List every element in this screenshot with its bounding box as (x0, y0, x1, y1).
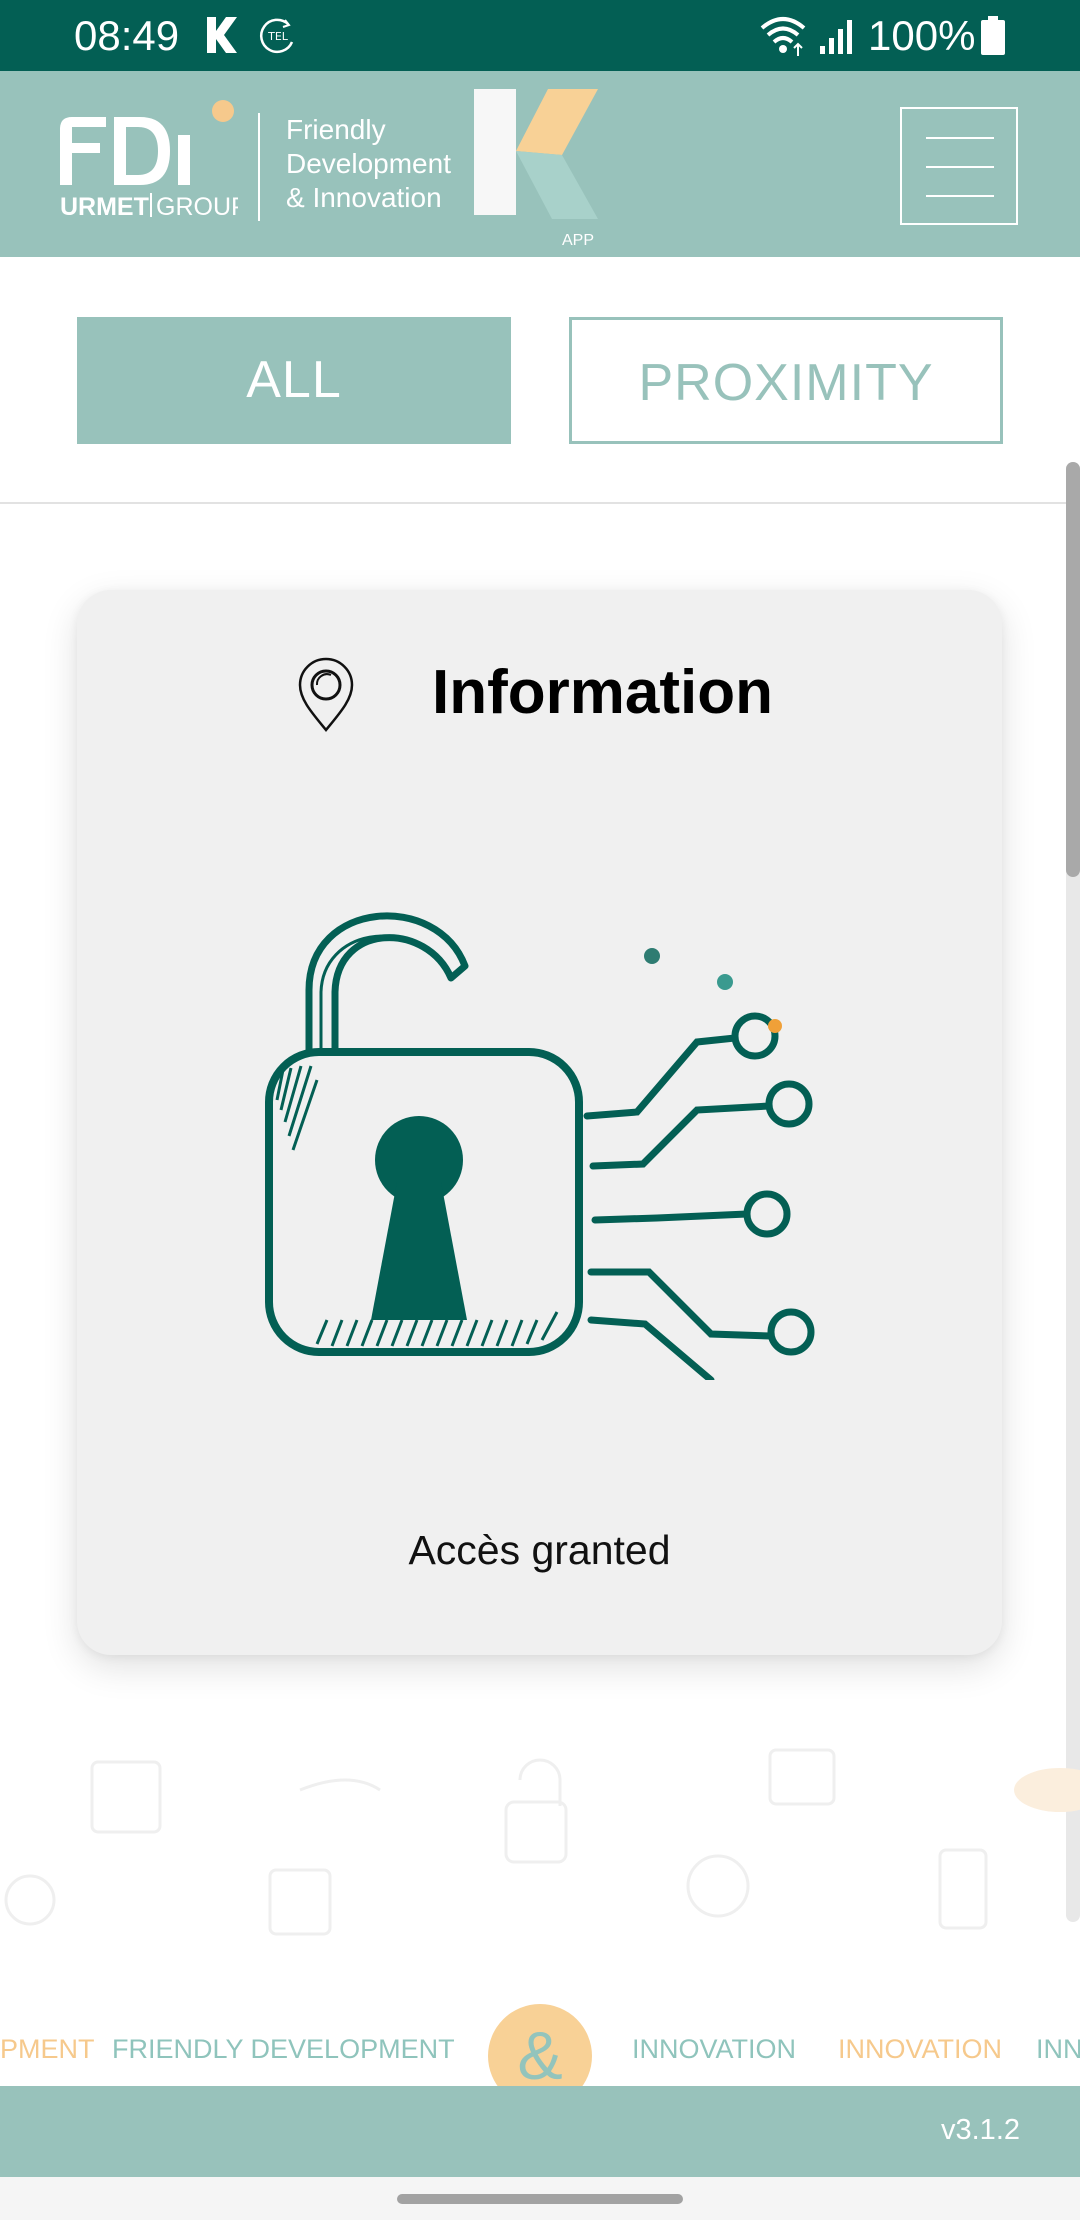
marquee-item: INN (1036, 2034, 1080, 2064)
tagline: Friendly Development & Innovation (286, 113, 451, 215)
tel-icon: TEL (260, 18, 294, 54)
battery-percent: 100% (868, 12, 976, 59)
tab-proximity[interactable]: PROXIMITY (569, 317, 1003, 444)
k-app-logo: APP (474, 89, 598, 249)
unlocked-padlock-circuit-icon (265, 912, 815, 1380)
home-indicator[interactable] (397, 2194, 683, 2204)
divider (0, 502, 1080, 504)
marquee-item: PMENT (0, 2034, 95, 2064)
svg-text:APP: APP (562, 232, 594, 249)
tagline-line: Friendly (286, 114, 386, 145)
background-pattern (4, 1748, 1080, 1936)
menu-button[interactable] (900, 107, 1018, 225)
logo-divider (258, 113, 260, 221)
tab-all[interactable]: ALL (77, 317, 511, 444)
battery-icon (981, 16, 1005, 55)
system-nav-bar (0, 2177, 1080, 2220)
footer: v3.1.2 (0, 2086, 1080, 2177)
marquee-item: INNOVATION (632, 2034, 797, 2064)
app-version: v3.1.2 (941, 2114, 1020, 2146)
tagline-line: & Innovation (286, 182, 442, 213)
location-pin-icon (298, 657, 354, 732)
marquee-item: INNOVATION (838, 2034, 1003, 2064)
status-time: 08:49 (74, 12, 180, 59)
app-header: URMET GROUP Friendly Development & Innov… (0, 71, 1080, 257)
card-title: Information (432, 658, 773, 727)
status-bar: 08:49 TEL 100% (0, 0, 1080, 71)
wifi-icon (760, 17, 806, 56)
k-app-icon (207, 17, 237, 53)
svg-text:GROUP: GROUP (156, 193, 238, 219)
signal-icon (820, 20, 852, 54)
svg-text:TEL: TEL (267, 30, 289, 43)
fdi-logo: URMET GROUP (60, 100, 238, 219)
svg-text:URMET: URMET (60, 193, 149, 219)
access-status-text: Accès granted (408, 1527, 671, 1573)
marquee-item: FRIENDLY DEVELOPMENT (112, 2034, 455, 2064)
information-card: Information Accès granted (77, 590, 1002, 1655)
scrollbar-thumb[interactable] (1066, 462, 1080, 877)
tagline-line: Development (286, 148, 451, 179)
